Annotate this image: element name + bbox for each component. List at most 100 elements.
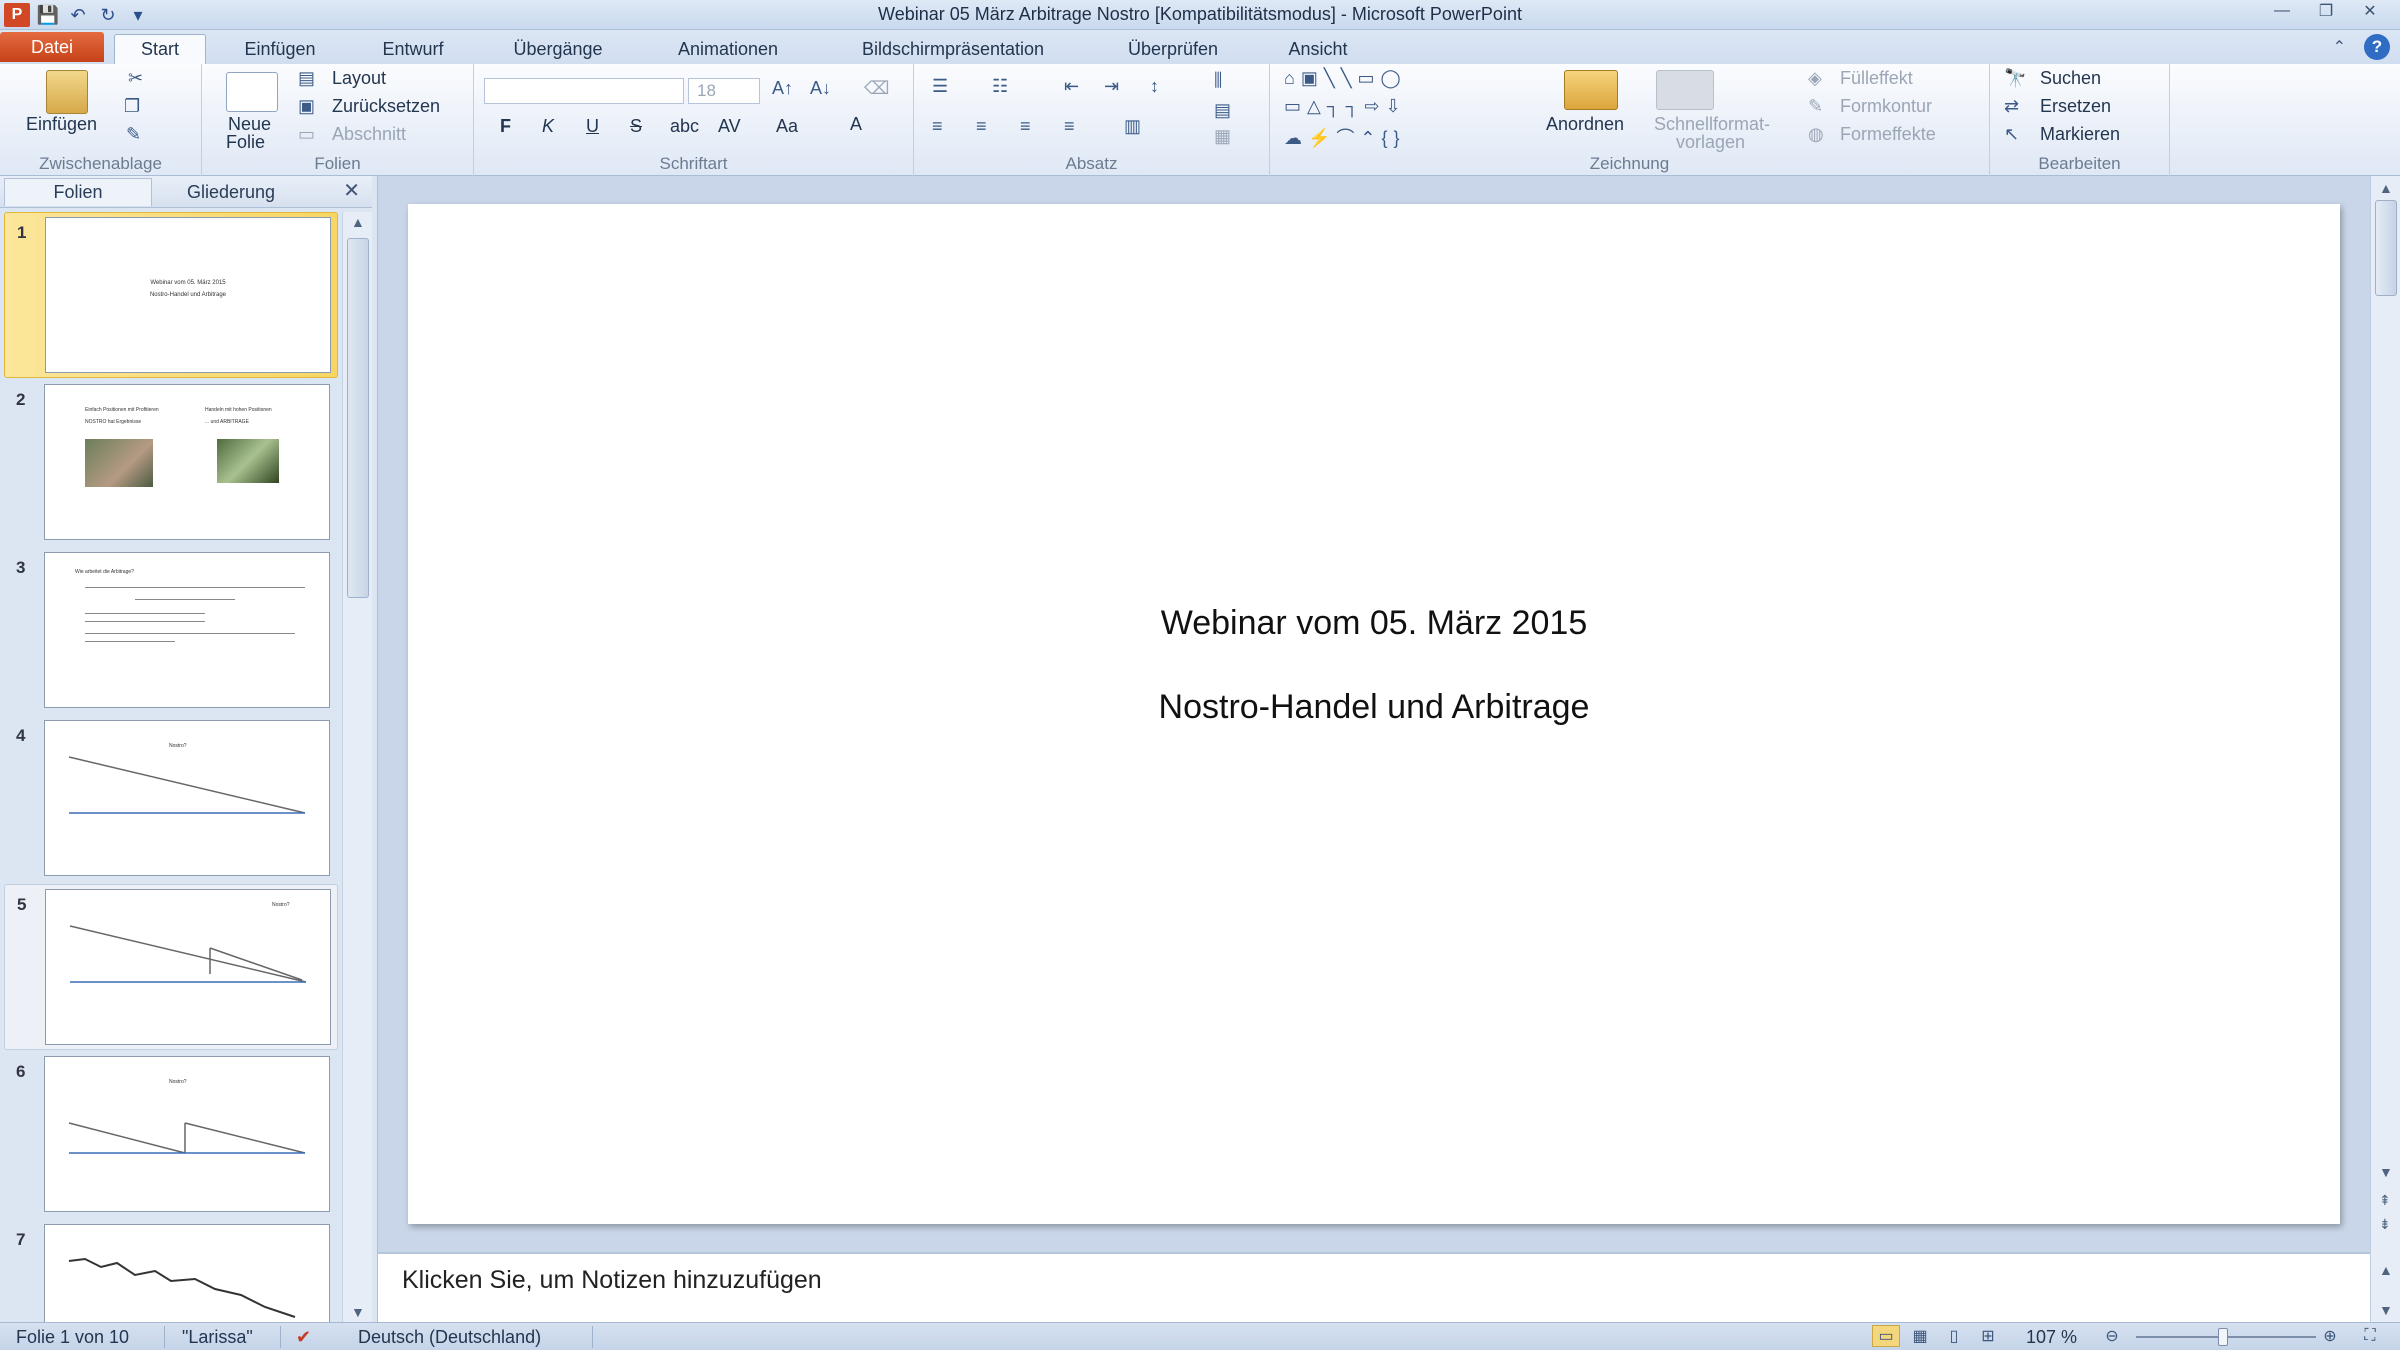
replace-button[interactable]: Ersetzen bbox=[2040, 96, 2111, 117]
quick-styles-icon[interactable] bbox=[1656, 70, 1714, 110]
align-text-icon[interactable]: ▤ bbox=[1214, 100, 1231, 121]
zoom-in-icon[interactable]: ⊕ bbox=[2316, 1325, 2344, 1347]
notes-scroll-down-icon[interactable]: ▼ bbox=[2379, 1302, 2393, 1318]
slide-thumbnail[interactable]: 5 Nostro? bbox=[4, 884, 338, 1050]
slide-sorter-icon[interactable]: ▦ bbox=[1906, 1325, 1934, 1347]
slide-title[interactable]: Webinar vom 05. März 2015 bbox=[408, 604, 2340, 643]
minimize-button[interactable]: — bbox=[2262, 0, 2302, 22]
scroll-up-icon[interactable]: ▲ bbox=[351, 214, 365, 230]
numbering-icon[interactable]: ☷ bbox=[992, 76, 1008, 97]
scroll-down-icon[interactable]: ▼ bbox=[351, 1304, 365, 1320]
notes-scroll-up-icon[interactable]: ▲ bbox=[2379, 1262, 2393, 1278]
slide-thumbnail[interactable]: 6 Nostro? bbox=[4, 1052, 338, 1218]
decrease-indent-icon[interactable]: ⇤ bbox=[1064, 76, 1079, 97]
align-right-icon[interactable]: ≡ bbox=[1020, 116, 1031, 137]
reset-button[interactable]: Zurücksetzen bbox=[332, 96, 440, 117]
tab-folien[interactable]: Folien bbox=[4, 178, 152, 206]
new-slide-button-line2[interactable]: Folie bbox=[226, 132, 265, 153]
line-spacing-icon[interactable]: ↕ bbox=[1150, 76, 1159, 97]
shape-fill-button[interactable]: Fülleffekt bbox=[1840, 68, 1913, 89]
increase-indent-icon[interactable]: ⇥ bbox=[1104, 76, 1119, 97]
italic-button[interactable]: K bbox=[542, 116, 554, 137]
columns-icon[interactable]: ▥ bbox=[1124, 116, 1141, 137]
justify-icon[interactable]: ≡ bbox=[1064, 116, 1075, 137]
slide-thumbnail[interactable]: 2 Einfach Positionen mit Profitieren Han… bbox=[4, 380, 338, 546]
slide-thumbnail[interactable]: 4 Nostro? bbox=[4, 716, 338, 882]
slide-vertical-scrollbar[interactable]: ▲ ▼ ⇞ ⇟ ▲ ▼ bbox=[2370, 176, 2400, 1322]
tab-gliederung[interactable]: Gliederung bbox=[156, 178, 306, 206]
restore-button[interactable]: ❐ bbox=[2306, 0, 2346, 22]
close-pane-icon[interactable]: ✕ bbox=[343, 178, 360, 203]
previous-slide-icon[interactable]: ⇞ bbox=[2379, 1192, 2391, 1209]
paste-button[interactable]: Einfügen bbox=[26, 114, 97, 135]
slide-thumbnail[interactable]: 1 Webinar vom 05. März 2015 Nostro-Hande… bbox=[4, 212, 338, 378]
scrollbar-thumb[interactable] bbox=[2375, 200, 2397, 296]
new-slide-icon[interactable] bbox=[226, 72, 278, 112]
select-button[interactable]: Markieren bbox=[2040, 124, 2120, 145]
language-indicator[interactable]: Deutsch (Deutschland) bbox=[358, 1327, 541, 1348]
shape-outline-button[interactable]: Formkontur bbox=[1840, 96, 1932, 117]
spellcheck-icon[interactable]: ✔ bbox=[296, 1327, 311, 1348]
scroll-up-icon[interactable]: ▲ bbox=[2379, 180, 2393, 196]
tab-ansicht[interactable]: Ansicht bbox=[1266, 34, 1370, 64]
section-button[interactable]: Abschnitt bbox=[332, 124, 406, 145]
help-icon[interactable]: ? bbox=[2364, 34, 2390, 60]
slide-subtitle[interactable]: Nostro-Handel und Arbitrage bbox=[408, 688, 2340, 727]
reading-view-icon[interactable]: ▯ bbox=[1940, 1325, 1968, 1347]
smartart-icon[interactable]: ▦ bbox=[1214, 126, 1231, 147]
scroll-down-icon[interactable]: ▼ bbox=[2379, 1164, 2393, 1180]
arrange-icon[interactable] bbox=[1564, 70, 1618, 110]
underline-button[interactable]: U bbox=[586, 116, 599, 137]
zoom-level[interactable]: 107 % bbox=[2026, 1327, 2077, 1348]
shape-effects-button[interactable]: Formeffekte bbox=[1840, 124, 1936, 145]
paste-icon[interactable] bbox=[46, 70, 88, 114]
bullets-icon[interactable]: ☰ bbox=[932, 76, 948, 97]
zoom-out-icon[interactable]: ⊖ bbox=[2098, 1325, 2126, 1347]
arrange-button[interactable]: Anordnen bbox=[1546, 114, 1624, 135]
slide-thumbnail[interactable]: 3 Wie arbeitet die Arbitrage? bbox=[4, 548, 338, 714]
align-left-icon[interactable]: ≡ bbox=[932, 116, 943, 137]
shapes-gallery[interactable]: ⌂▣╲╲▭◯ bbox=[1284, 68, 1407, 89]
thumbnails-scrollbar[interactable]: ▲ ▼ bbox=[342, 212, 372, 1322]
font-size-combo[interactable]: 18 bbox=[688, 78, 760, 104]
clear-format-icon[interactable]: ⌫ bbox=[864, 78, 889, 99]
tab-uebergaenge[interactable]: Übergänge bbox=[488, 34, 628, 64]
fit-slide-icon[interactable]: ⛶ bbox=[2356, 1325, 2384, 1347]
quick-styles-button-line2[interactable]: vorlagen bbox=[1676, 132, 1745, 153]
tab-ueberpruefen[interactable]: Überprüfen bbox=[1100, 34, 1246, 64]
slideshow-icon[interactable]: ⊞ bbox=[1974, 1325, 2002, 1347]
strike-button[interactable]: S bbox=[630, 116, 642, 137]
copy-icon[interactable]: ❐ bbox=[124, 96, 140, 117]
grow-font-icon[interactable]: A↑ bbox=[772, 78, 793, 99]
zoom-slider-knob[interactable] bbox=[2218, 1328, 2228, 1346]
font-name-combo[interactable] bbox=[484, 78, 684, 104]
shadow-button[interactable]: abc bbox=[670, 116, 699, 137]
next-slide-icon[interactable]: ⇟ bbox=[2379, 1216, 2391, 1233]
normal-view-icon[interactable]: ▭ bbox=[1872, 1325, 1900, 1347]
tab-animationen[interactable]: Animationen bbox=[648, 34, 808, 64]
shrink-font-icon[interactable]: A↓ bbox=[810, 78, 831, 99]
format-painter-icon[interactable]: ✎ bbox=[126, 124, 141, 145]
tab-bildschirmpraesentation[interactable]: Bildschirmpräsentation bbox=[828, 34, 1078, 64]
cut-icon[interactable]: ✂ bbox=[128, 68, 143, 89]
find-button[interactable]: Suchen bbox=[2040, 68, 2101, 89]
current-slide[interactable]: Webinar vom 05. März 2015 Nostro-Handel … bbox=[408, 204, 2340, 1224]
change-case-button[interactable]: Aa bbox=[776, 116, 798, 137]
minimize-ribbon-icon[interactable]: ⌃ bbox=[2333, 37, 2346, 57]
slide-thumbnail[interactable]: 7 bbox=[4, 1220, 338, 1322]
close-button[interactable]: ✕ bbox=[2350, 0, 2390, 22]
tab-entwurf[interactable]: Entwurf bbox=[358, 34, 468, 64]
font-color-button[interactable]: A bbox=[850, 114, 862, 135]
char-spacing-button[interactable]: AV bbox=[718, 116, 741, 137]
bold-button[interactable]: F bbox=[500, 116, 511, 137]
notes-pane[interactable]: Klicken Sie, um Notizen hinzuzufügen bbox=[378, 1252, 2370, 1322]
shapes-gallery-row3[interactable]: ☁⚡⌒⌃{} bbox=[1284, 124, 1406, 150]
tab-einfuegen[interactable]: Einfügen bbox=[222, 34, 338, 64]
text-direction-icon[interactable]: ⫼ bbox=[1214, 70, 1222, 91]
shapes-gallery-row2[interactable]: ▭△┐┐⇨⇩ bbox=[1284, 96, 1407, 117]
scrollbar-thumb[interactable] bbox=[347, 238, 369, 598]
tab-start[interactable]: Start bbox=[114, 34, 206, 64]
layout-button[interactable]: Layout bbox=[332, 68, 386, 89]
align-center-icon[interactable]: ≡ bbox=[976, 116, 987, 137]
tab-file[interactable]: Datei bbox=[0, 32, 104, 62]
